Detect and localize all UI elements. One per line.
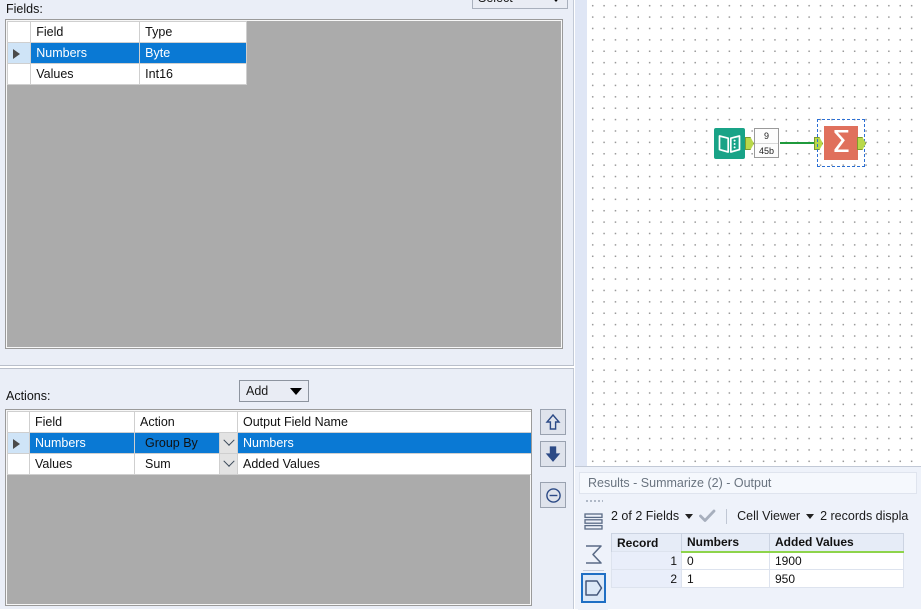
tag-icon — [585, 580, 603, 596]
workflow-canvas[interactable] — [587, 0, 921, 466]
row-indicator — [7, 453, 30, 475]
fields-table-container: Field Type Numbers Byte Values Int16 — [5, 19, 563, 349]
row-arrow-icon — [13, 438, 20, 449]
field-type-cell[interactable]: Byte — [139, 42, 247, 64]
chevron-down-icon[interactable] — [219, 433, 237, 453]
rail-summary-button[interactable] — [581, 539, 606, 569]
table-row[interactable]: 1 0 1900 — [611, 551, 904, 570]
action-type-combobox[interactable]: Group By — [134, 432, 238, 454]
record-number-cell: 2 — [611, 569, 682, 588]
action-type-value: Group By — [145, 436, 198, 450]
table-row[interactable]: Numbers Byte — [6, 42, 247, 64]
actions-table-container: Field Action Output Field Name Numbers G… — [5, 409, 532, 606]
table-row[interactable]: Values Sum Added Values — [7, 453, 531, 475]
results-toolbar: 2 of 2 Fields Cell Viewer 2 records disp… — [611, 505, 908, 527]
results-icon-rail — [578, 497, 608, 610]
field-type-cell[interactable]: Int16 — [139, 63, 247, 85]
app-root: Select Fields: Field Type Numbers Byte — [0, 0, 921, 610]
output-field-name-cell[interactable]: Added Values — [237, 453, 531, 475]
records-icon — [584, 512, 603, 530]
row-indicator-header — [7, 411, 30, 433]
actions-col-action: Action — [134, 411, 238, 433]
select-dropdown[interactable]: Select — [472, 0, 568, 9]
arrow-down-icon — [545, 446, 561, 462]
row-indicator-header — [6, 21, 32, 43]
cell-viewer-label: Cell Viewer — [737, 509, 801, 523]
output-field-name-cell[interactable]: Numbers — [237, 432, 531, 454]
fields-col-field: Field — [30, 21, 141, 43]
results-col-added-values: Added Values — [769, 533, 904, 553]
drag-grip-icon[interactable] — [585, 499, 603, 503]
results-col-numbers: Numbers — [681, 533, 770, 553]
workflow-node-summarize[interactable]: Σ — [824, 126, 858, 160]
added-values-cell[interactable]: 1900 — [769, 551, 904, 570]
actions-table: Field Action Output Field Name Numbers G… — [7, 411, 531, 475]
action-field-cell[interactable]: Numbers — [29, 432, 135, 454]
row-indicator — [7, 432, 30, 454]
workflow-node-text-input[interactable] — [714, 128, 745, 159]
connection-wire[interactable] — [780, 142, 816, 144]
rail-records-button[interactable] — [581, 506, 606, 536]
fields-selector[interactable]: 2 of 2 Fields — [611, 509, 699, 523]
results-panel: Results - Summarize (2) - Output 2 of 2 … — [575, 466, 921, 610]
numbers-cell[interactable]: 0 — [681, 551, 770, 570]
toolbar-separator — [726, 508, 728, 524]
add-button[interactable]: Add — [239, 380, 309, 402]
chevron-down-icon — [290, 387, 302, 395]
sigma-icon — [586, 544, 602, 564]
fields-label: Fields: — [6, 2, 43, 16]
action-type-combobox[interactable]: Sum — [134, 453, 238, 475]
numbers-cell[interactable]: 1 — [681, 569, 770, 588]
table-row[interactable]: 2 1 950 — [611, 569, 904, 588]
book-icon — [714, 128, 745, 159]
select-dropdown-label: Select — [478, 0, 550, 5]
table-row[interactable]: Values Int16 — [6, 63, 247, 85]
fields-selector-label: 2 of 2 Fields — [611, 509, 680, 523]
canvas-gutter — [575, 0, 587, 466]
rail-separator — [583, 570, 604, 571]
panel-divider — [0, 365, 574, 369]
add-button-label: Add — [246, 384, 269, 398]
field-name-cell[interactable]: Numbers — [30, 42, 141, 64]
chevron-down-icon[interactable] — [219, 454, 237, 474]
actions-col-output: Output Field Name — [237, 411, 531, 433]
added-values-cell[interactable]: 950 — [769, 569, 904, 588]
arrow-up-icon — [545, 413, 561, 430]
row-arrow-icon — [13, 48, 20, 59]
action-field-cell[interactable]: Values — [29, 453, 135, 475]
records-displayed-label: 2 records displa — [820, 509, 909, 523]
circle-minus-icon — [545, 487, 561, 503]
chevron-down-icon — [806, 513, 815, 519]
row-indicator — [6, 63, 32, 85]
table-header-row: Field Action Output Field Name — [7, 411, 531, 433]
move-up-button[interactable] — [540, 409, 566, 435]
sigma-icon: Σ — [831, 125, 851, 160]
chevron-down-icon — [550, 0, 562, 2]
field-name-cell[interactable]: Values — [30, 63, 141, 85]
actions-label: Actions: — [6, 389, 51, 403]
chevron-down-icon — [685, 513, 694, 519]
results-title: Results - Summarize (2) - Output — [579, 472, 917, 494]
action-type-value: Sum — [145, 457, 171, 471]
connection-annotation: 9 45b — [754, 128, 779, 158]
table-header-row: Field Type — [6, 21, 247, 43]
rail-tag-button[interactable] — [581, 573, 606, 603]
annotation-record-count: 9 — [755, 129, 778, 144]
fields-table: Field Type Numbers Byte Values Int16 — [6, 21, 247, 85]
results-data-grid[interactable]: Record Numbers Added Values 1 0 1900 2 1… — [611, 533, 904, 588]
table-row[interactable]: Numbers Group By Numbers — [7, 432, 531, 454]
move-down-button[interactable] — [540, 441, 566, 467]
actions-col-field: Field — [29, 411, 135, 433]
cell-viewer-selector[interactable]: Cell Viewer — [737, 509, 820, 523]
configuration-panel: Select Fields: Field Type Numbers Byte — [0, 0, 574, 609]
row-indicator — [6, 42, 32, 64]
fields-col-type: Type — [139, 21, 247, 43]
annotation-size: 45b — [758, 146, 775, 156]
table-header-row: Record Numbers Added Values — [611, 533, 904, 553]
remove-button[interactable] — [540, 482, 566, 508]
results-col-record: Record — [611, 533, 682, 552]
record-number-cell: 1 — [611, 551, 682, 570]
checkmark-icon[interactable] — [699, 509, 716, 523]
